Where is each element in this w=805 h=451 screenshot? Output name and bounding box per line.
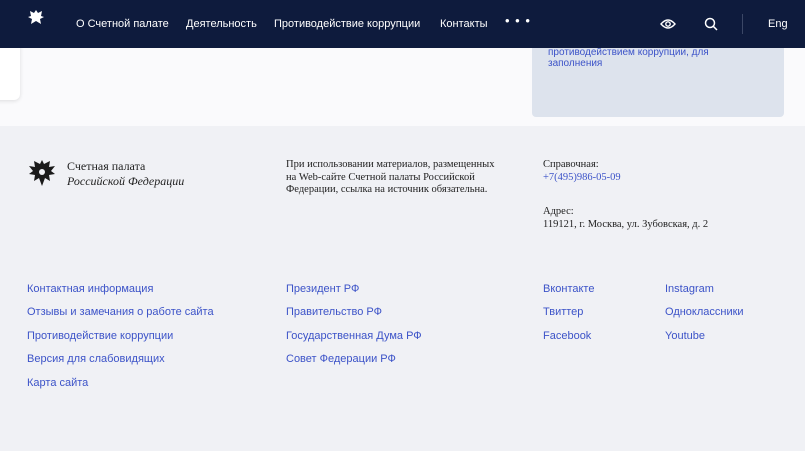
top-navigation-bar: О Счетной палате Деятельность Противодей… [0,0,805,48]
address-value: 119121, г. Москва, ул. Зубовская, д. 2 [543,219,709,230]
org-name: Счетная палата [67,159,146,173]
footer-link-federation-council[interactable]: Совет Федерации РФ [286,353,396,365]
nav-item-contacts[interactable]: Контакты [440,18,488,30]
footer-link-sitemap[interactable]: Карта сайта [27,377,88,389]
footer-link-feedback[interactable]: Отзывы и замечания о работе сайта [27,306,214,318]
emblem-icon[interactable] [26,8,46,28]
footer-link-president[interactable]: Президент РФ [286,283,359,295]
address-label: Адрес: [543,206,574,217]
footer-link-contacts[interactable]: Контактная информация [27,283,153,295]
footer-link-instagram[interactable]: Instagram [665,283,714,295]
search-icon[interactable] [704,17,718,31]
eye-icon[interactable] [660,18,676,30]
header-divider [742,14,743,34]
nav-item-activity[interactable]: Деятельность [186,18,257,30]
org-name-country: Российской Федерации [67,174,185,188]
footer-link-vkontakte[interactable]: Вконтакте [543,283,594,295]
language-switch[interactable]: Eng [768,18,788,30]
nav-item-about[interactable]: О Счетной палате [76,18,169,30]
nav-item-anticorruption[interactable]: Противодействие коррупции [274,18,420,30]
footer-link-facebook[interactable]: Facebook [543,330,591,342]
footer-link-youtube[interactable]: Youtube [665,330,705,342]
copyright-notice: При использовании материалов, размещенны… [286,159,495,195]
more-menu-button[interactable]: • • • [505,13,531,28]
footer-link-twitter[interactable]: Твиттер [543,306,583,318]
footer-link-accessibility[interactable]: Версия для слабовидящих [27,353,165,365]
footer-link-odnoklassniki[interactable]: Одноклассники [665,306,744,318]
phone-link[interactable]: +7(495)986-05-09 [543,172,621,183]
side-card [0,40,20,100]
footer-link-government[interactable]: Правительство РФ [286,306,382,318]
footer-link-duma[interactable]: Государственная Дума РФ [286,330,422,342]
phone-label: Справочная: [543,159,599,170]
emblem-icon [29,160,55,186]
footer-link-anticorruption[interactable]: Противодействие коррупции [27,330,173,342]
